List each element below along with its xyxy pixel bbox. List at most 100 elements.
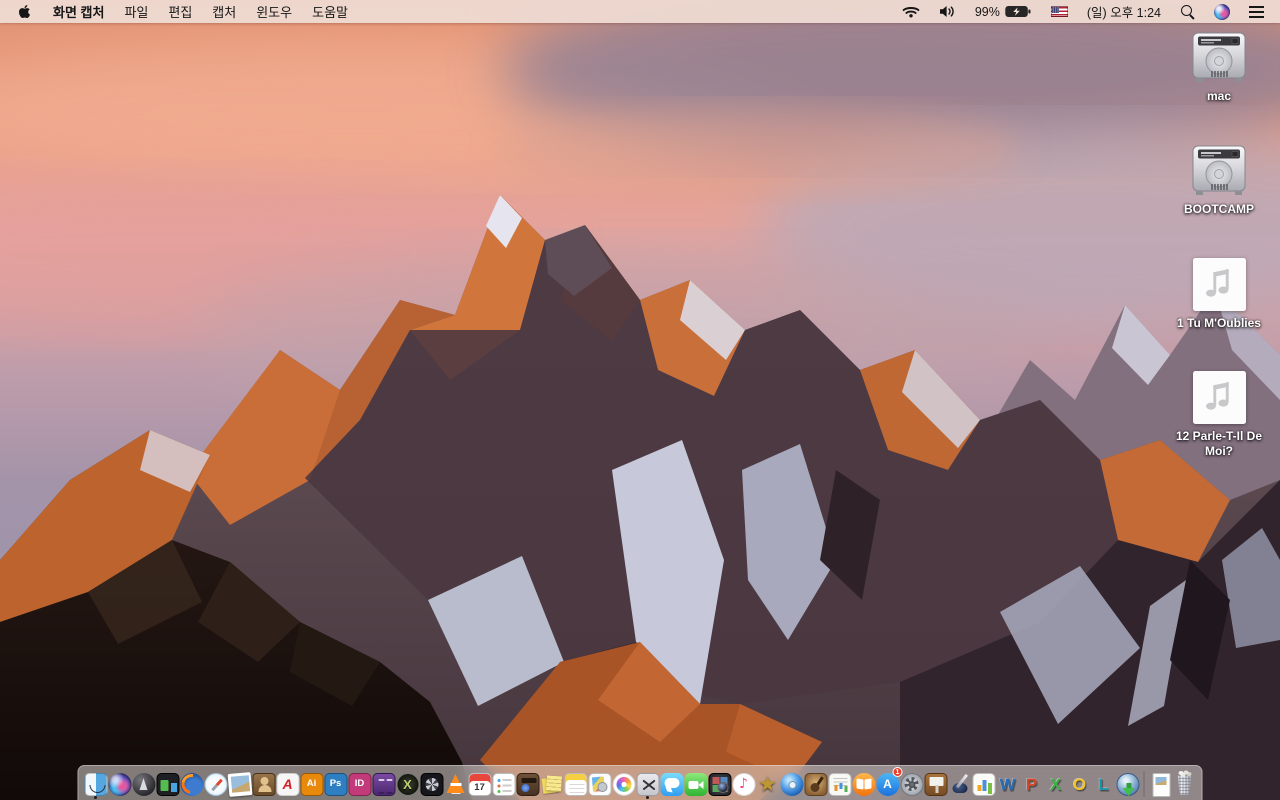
audio-file-icon xyxy=(1192,371,1246,424)
indesign[interactable]: ID xyxy=(348,769,372,799)
app-store-badge: 1 xyxy=(892,767,903,777)
excel[interactable]: X xyxy=(1044,769,1068,799)
notification-center-button[interactable] xyxy=(1243,0,1270,23)
clock[interactable]: (일) 오후 1:24 xyxy=(1081,0,1167,23)
print-box-app[interactable] xyxy=(516,769,540,799)
desktop: 화면 캡처 파일 편집 캡처 윈도우 도움말 99% (일) 오후 1:24 m… xyxy=(0,0,1280,800)
notes[interactable] xyxy=(564,769,588,799)
messages[interactable] xyxy=(660,769,684,799)
menu-bar-left: 화면 캡처 파일 편집 캡처 윈도우 도움말 xyxy=(10,0,358,23)
turbo-encoder-app-icon xyxy=(420,772,443,796)
wifi-icon[interactable] xyxy=(896,0,926,23)
desktop-icon-audio-file-12[interactable]: 12 Parle-T-Il De Moi? xyxy=(1164,371,1274,484)
dock: A Ai Ps ID X 17 ♪ ★ A 1 W P X O L xyxy=(77,765,1203,800)
siri[interactable] xyxy=(108,769,132,799)
menu-bar-status: 99% (일) 오후 1:24 xyxy=(896,0,1270,23)
facetime[interactable] xyxy=(684,769,708,799)
document-file[interactable] xyxy=(1149,769,1173,799)
wallpaper-sierra-mountain xyxy=(0,0,1280,800)
grab-screen-capture[interactable] xyxy=(636,769,660,799)
hard-drive-icon xyxy=(1192,145,1246,195)
calendar-glyph: 17 xyxy=(474,781,485,793)
grab-screen-capture-running-indicator xyxy=(646,796,649,799)
safari-icon xyxy=(204,772,227,796)
messages-icon xyxy=(660,772,683,796)
menu-bar: 화면 캡처 파일 편집 캡처 윈도우 도움말 99% (일) 오후 1:24 xyxy=(0,0,1280,23)
photoshop[interactable]: Ps xyxy=(324,769,348,799)
lync[interactable]: L xyxy=(1092,769,1116,799)
desktop-icon-audio-file-1[interactable]: 1 Tu M'Oublies xyxy=(1164,258,1274,371)
desktop-icon-mac[interactable]: mac xyxy=(1164,32,1274,145)
turbo-encoder-app[interactable] xyxy=(420,769,444,799)
finder[interactable] xyxy=(84,769,108,799)
desktop-icon-label: mac xyxy=(1206,89,1232,103)
numbers[interactable] xyxy=(972,769,996,799)
ibooks[interactable] xyxy=(852,769,876,799)
acrobat-reader-glyph: A xyxy=(282,776,293,792)
photo-booth[interactable] xyxy=(708,769,732,799)
word[interactable]: W xyxy=(996,769,1020,799)
finder-running-indicator xyxy=(94,796,97,799)
toast-titanium[interactable] xyxy=(372,769,396,799)
window-tiles-app[interactable] xyxy=(156,769,180,799)
app-store[interactable]: A1 xyxy=(876,767,903,799)
launchpad-icon xyxy=(132,772,155,796)
menu-윈도우[interactable]: 윈도우 xyxy=(246,0,302,23)
system-preferences-icon xyxy=(900,772,923,796)
outlook[interactable]: O xyxy=(1068,769,1092,799)
siri-button[interactable] xyxy=(1208,0,1236,23)
volume-icon[interactable] xyxy=(933,0,962,23)
battery-status[interactable]: 99% xyxy=(969,0,1038,23)
keynote[interactable] xyxy=(924,769,948,799)
launchpad[interactable] xyxy=(132,769,156,799)
siri-icon xyxy=(1214,3,1230,20)
calendar[interactable]: 17 xyxy=(468,769,492,799)
reminders[interactable] xyxy=(492,769,516,799)
apple-menu[interactable] xyxy=(10,4,43,19)
firefox[interactable] xyxy=(180,769,204,799)
spotlight-button[interactable] xyxy=(1174,0,1201,23)
stickies[interactable] xyxy=(540,769,564,799)
photos[interactable] xyxy=(612,769,636,799)
menu-app-name[interactable]: 화면 캡처 xyxy=(43,0,114,23)
imovie[interactable]: ★ xyxy=(756,769,780,799)
menu-파일[interactable]: 파일 xyxy=(114,0,158,23)
dvd-player[interactable] xyxy=(780,769,804,799)
excel-icon: X xyxy=(1044,773,1067,796)
illustrator-glyph: Ai xyxy=(306,778,317,790)
garageband[interactable] xyxy=(804,769,828,799)
powerpoint[interactable]: P xyxy=(1020,769,1044,799)
word-icon: W xyxy=(996,773,1019,796)
firefox-icon xyxy=(180,772,203,796)
itunes-glyph: ♪ xyxy=(739,776,748,792)
lync-glyph: L xyxy=(1098,774,1109,794)
web-download-app[interactable] xyxy=(1116,769,1140,799)
desktop-icon-bootcamp[interactable]: BOOTCAMP xyxy=(1164,145,1274,258)
itunes[interactable]: ♪ xyxy=(732,769,756,799)
input-language-us[interactable] xyxy=(1045,0,1074,23)
pages[interactable] xyxy=(948,769,972,799)
print-shop-app[interactable] xyxy=(588,769,612,799)
trash-full[interactable] xyxy=(1173,769,1197,799)
preview[interactable] xyxy=(227,769,252,799)
ibooks-icon xyxy=(852,772,875,796)
menu-캡처[interactable]: 캡처 xyxy=(202,0,246,23)
vlc[interactable] xyxy=(444,769,468,799)
contacts[interactable] xyxy=(252,769,276,799)
imovie-glyph: ★ xyxy=(758,771,777,796)
illustrator[interactable]: Ai xyxy=(300,769,324,799)
lync-icon: L xyxy=(1092,773,1115,796)
x-media-app[interactable]: X xyxy=(396,769,420,799)
siri-icon xyxy=(108,772,131,796)
trash-full-icon xyxy=(1173,771,1196,796)
system-preferences[interactable] xyxy=(900,769,924,799)
safari[interactable] xyxy=(204,769,228,799)
word-glyph: W xyxy=(999,774,1016,794)
menu-편집[interactable]: 편집 xyxy=(158,0,202,23)
menu-도움말[interactable]: 도움말 xyxy=(302,0,358,23)
documents-stack-app[interactable] xyxy=(828,769,852,799)
preview-icon xyxy=(227,771,252,797)
audio-file-icon xyxy=(1192,258,1246,311)
acrobat-reader[interactable]: A xyxy=(276,769,300,799)
hard-drive-icon xyxy=(1192,32,1246,82)
